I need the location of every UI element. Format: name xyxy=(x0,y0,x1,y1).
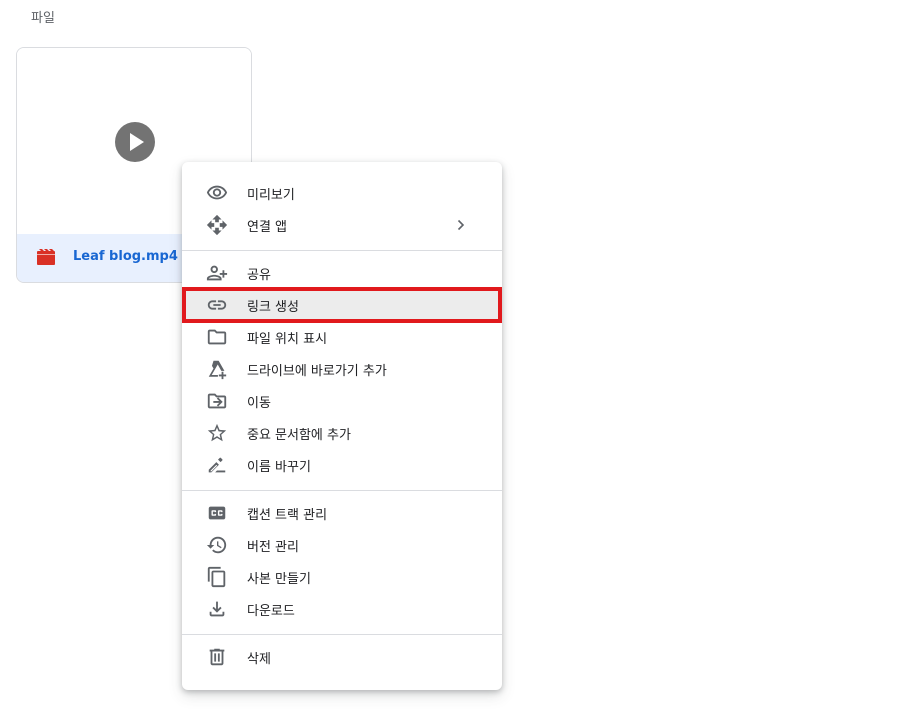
menu-item-label: 파일 위치 표시 xyxy=(247,332,328,347)
person-add-icon xyxy=(206,262,228,284)
move-to-folder-icon xyxy=(206,390,228,412)
menu-item-label: 캡션 트랙 관리 xyxy=(247,508,328,523)
menu-item-label: 다운로드 xyxy=(247,604,295,619)
rename-pencil-icon xyxy=(206,454,228,476)
folder-icon xyxy=(206,326,228,348)
menu-item-get-link[interactable]: 링크 생성 xyxy=(182,289,502,321)
menu-item-delete[interactable]: 삭제 xyxy=(182,641,502,673)
menu-item-label: 이동 xyxy=(247,396,271,411)
menu-item-label: 버전 관리 xyxy=(247,540,299,555)
menu-item-label: 공유 xyxy=(247,268,271,283)
closed-caption-icon xyxy=(206,502,228,524)
menu-item-caption-tracks[interactable]: 캡션 트랙 관리 xyxy=(182,497,502,529)
menu-item-open-with[interactable]: 연결 앱 xyxy=(182,209,502,241)
menu-item-show-location[interactable]: 파일 위치 표시 xyxy=(182,321,502,353)
link-icon xyxy=(206,294,228,316)
copy-icon xyxy=(206,566,228,588)
menu-item-manage-versions[interactable]: 버전 관리 xyxy=(182,529,502,561)
menu-item-label: 사본 만들기 xyxy=(247,572,311,587)
play-icon[interactable] xyxy=(115,122,155,162)
menu-item-label: 이름 바꾸기 xyxy=(247,460,311,475)
file-name[interactable]: Leaf blog.mp4 xyxy=(73,249,178,264)
trash-icon xyxy=(206,646,228,668)
menu-item-move[interactable]: 이동 xyxy=(182,385,502,417)
menu-item-preview[interactable]: 미리보기 xyxy=(182,177,502,209)
drive-shortcut-icon xyxy=(206,358,228,380)
chevron-right-icon xyxy=(457,219,465,231)
eye-icon xyxy=(206,182,228,204)
star-icon xyxy=(206,422,228,444)
history-icon xyxy=(206,534,228,556)
menu-item-download[interactable]: 다운로드 xyxy=(182,593,502,625)
download-icon xyxy=(206,598,228,620)
menu-item-make-copy[interactable]: 사본 만들기 xyxy=(182,561,502,593)
menu-divider xyxy=(182,634,502,635)
menu-divider xyxy=(182,250,502,251)
menu-item-share[interactable]: 공유 xyxy=(182,257,502,289)
menu-item-add-shortcut[interactable]: 드라이브에 바로가기 추가 xyxy=(182,353,502,385)
menu-item-label: 중요 문서함에 추가 xyxy=(247,428,351,443)
menu-item-label: 미리보기 xyxy=(247,188,295,203)
menu-item-label: 연결 앱 xyxy=(247,220,288,235)
menu-item-label: 삭제 xyxy=(247,652,271,667)
video-file-icon xyxy=(37,249,55,265)
context-menu: 미리보기 연결 앱 공유 링크 생성 파일 위치 표시 드라이브에 바로가기 추… xyxy=(182,162,502,690)
menu-item-label: 드라이브에 바로가기 추가 xyxy=(247,364,387,379)
menu-divider xyxy=(182,490,502,491)
menu-item-label: 링크 생성 xyxy=(247,300,299,315)
menu-item-add-starred[interactable]: 중요 문서함에 추가 xyxy=(182,417,502,449)
open-with-icon xyxy=(206,214,228,236)
section-title: 파일 xyxy=(31,11,55,26)
menu-item-rename[interactable]: 이름 바꾸기 xyxy=(182,449,502,481)
